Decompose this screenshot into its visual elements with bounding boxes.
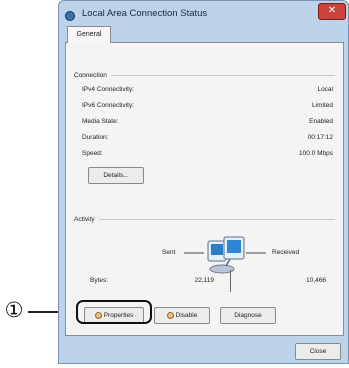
media-state-label: Media State: [82, 118, 119, 125]
shield-icon [166, 311, 174, 319]
speed-value: 100.0 Mbps [299, 150, 333, 157]
callout-number: ① [4, 298, 24, 322]
sent-label: Sent [162, 249, 176, 256]
bytes-label: Bytes: [90, 277, 109, 284]
diagnose-button[interactable]: Diagnose [220, 307, 276, 324]
ipv6-label: IPv6 Connectivity: [82, 102, 135, 109]
network-activity-icon [184, 236, 266, 274]
network-adapter-icon [65, 11, 75, 21]
window-title: Local Area Connection Status [82, 8, 208, 19]
activity-heading: Activity [74, 214, 99, 225]
properties-callout-highlight [76, 300, 152, 324]
details-button[interactable]: Details... [88, 167, 144, 184]
ipv4-value: Local [317, 86, 333, 93]
connection-group: Connection [74, 70, 335, 81]
bytes-received-value: 10,466 [306, 277, 326, 284]
bytes-sent-value: 22,119 [194, 277, 214, 284]
speed-label: Speed: [82, 150, 103, 157]
disable-button[interactable]: Disable [154, 307, 210, 324]
bytes-separator [230, 270, 231, 292]
close-button[interactable]: Close [295, 343, 341, 360]
ipv4-label: IPv4 Connectivity: [82, 86, 135, 93]
title-close-button[interactable]: ✕ [318, 3, 346, 20]
media-state-value: Enabled [309, 118, 333, 125]
duration-value: 00:17:12 [307, 134, 333, 141]
general-panel: Connection IPv4 Connectivity: Local IPv6… [65, 42, 344, 336]
activity-group: Activity [74, 214, 335, 225]
ipv6-value: Limited [312, 102, 333, 109]
disable-label: Disable [175, 312, 198, 319]
duration-label: Duration: [82, 134, 109, 141]
connection-heading: Connection [74, 70, 111, 81]
tab-general[interactable]: General [67, 26, 111, 43]
received-label: Received [272, 249, 300, 256]
